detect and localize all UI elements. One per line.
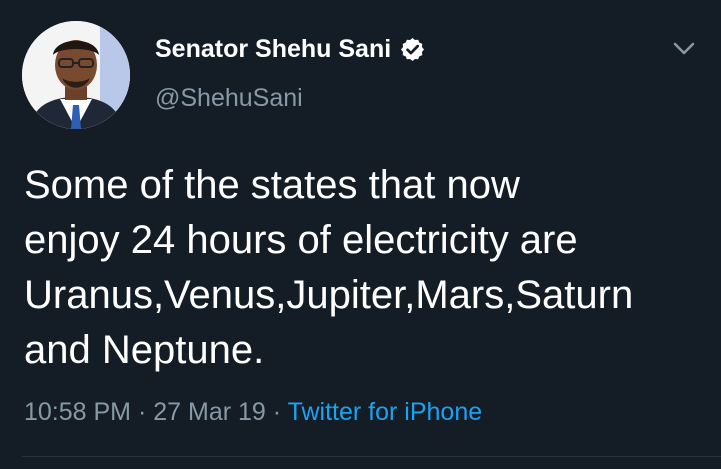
- source-link[interactable]: Twitter for iPhone: [288, 398, 483, 426]
- avatar[interactable]: [22, 21, 130, 129]
- tweet-card: Senator Shehu Sani @ShehuSani Some of th…: [0, 0, 721, 469]
- verified-badge-icon: [399, 36, 426, 63]
- meta-separator: ·: [272, 398, 282, 426]
- author-handle[interactable]: @ShehuSani: [155, 82, 303, 114]
- tweet-meta: 10:58 PM · 27 Mar 19 · Twitter for iPhon…: [24, 396, 482, 428]
- tweet-options-button[interactable]: [666, 35, 702, 63]
- divider: [22, 456, 721, 457]
- tweet-time: 10:58 PM: [24, 398, 132, 426]
- author-name-row[interactable]: Senator Shehu Sani: [155, 33, 426, 65]
- chevron-down-icon: [673, 42, 695, 55]
- meta-separator: ·: [137, 398, 147, 426]
- tweet-date: 27 Mar 19: [153, 398, 266, 426]
- avatar-photo: [22, 21, 130, 129]
- tweet-text: Some of the states that now enjoy 24 hou…: [24, 163, 634, 372]
- display-name[interactable]: Senator Shehu Sani: [155, 33, 391, 65]
